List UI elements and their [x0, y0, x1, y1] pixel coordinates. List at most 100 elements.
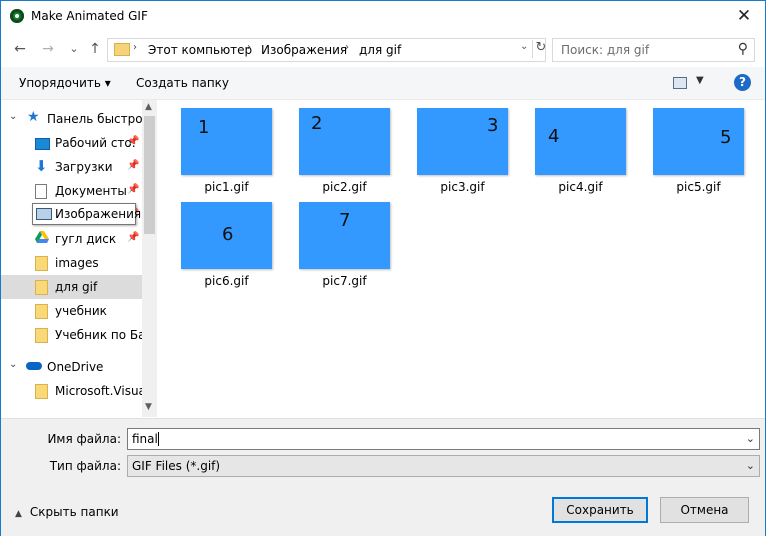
file-item-pic7[interactable]: 7 pic7.gif — [276, 194, 394, 289]
desktop-icon — [35, 138, 50, 150]
file-item-pic2[interactable]: 2 pic2.gif — [276, 100, 394, 195]
address-dropdown-icon[interactable]: ⌄ — [520, 41, 528, 52]
sidebar-item-microsoft-visual[interactable]: Microsoft.Visual — [1, 379, 149, 403]
sidebar-item-label: images — [55, 256, 99, 270]
sidebar-item-quick-access[interactable]: ⌄ ★ Панель быстрого доступа — [1, 107, 157, 131]
breadcrumb-for-gif[interactable]: для gif — [359, 43, 401, 57]
sidebar-item-images[interactable]: images — [1, 251, 142, 275]
save-button[interactable]: Сохранить — [552, 497, 648, 523]
sidebar-item-for-gif[interactable]: для gif — [1, 275, 142, 299]
save-dialog: Make Animated GIF ✕ ← → ⌄ ↑ › Этот компь… — [0, 0, 766, 536]
file-name: pic4.gif — [558, 180, 603, 194]
sidebar-item-downloads[interactable]: ⬇ Загрузки 📌 — [1, 155, 142, 179]
forward-arrow-icon[interactable]: → — [39, 40, 57, 58]
file-name: pic1.gif — [204, 180, 249, 194]
help-button[interactable]: ? — [734, 74, 751, 91]
search-placeholder: Поиск: для gif — [561, 43, 650, 57]
star-icon: ★ — [27, 109, 40, 125]
search-input[interactable]: Поиск: для gif ⚲ — [552, 38, 755, 62]
folder-icon — [35, 256, 48, 271]
file-item-pic3[interactable]: 3 pic3.gif — [394, 100, 512, 195]
sidebar-item-onedrive[interactable]: ⌄ OneDrive — [1, 355, 142, 379]
sidebar-item-documents[interactable]: Документы 📌 — [1, 179, 142, 203]
file-item-pic1[interactable]: 1 pic1.gif — [158, 100, 276, 195]
command-bar: Упорядочить ▾ Создать папку ▼ ? — [1, 67, 765, 100]
sidebar-item-desktop[interactable]: Рабочий сто. 📌 — [1, 131, 142, 155]
thumbnail-number: 3 — [487, 115, 499, 136]
onedrive-icon — [26, 362, 42, 370]
chevron-down-icon[interactable]: ⌄ — [746, 432, 755, 445]
chevron-right-icon: › — [345, 42, 349, 53]
address-bar[interactable]: › Этот компьютер › Изображения › для gif… — [107, 38, 546, 62]
pictures-tooltip: Изображения — [32, 203, 141, 225]
folder-icon — [35, 280, 48, 295]
file-item-pic6[interactable]: 6 pic6.gif — [158, 194, 276, 289]
sidebar-item-label: учебник — [55, 304, 107, 318]
sidebar-item-google-drive[interactable]: гугл диск 📌 — [1, 227, 142, 251]
recent-locations-icon[interactable]: ⌄ — [65, 40, 83, 58]
save-form: Имя файла: final ⌄ Тип файла: GIF Files … — [1, 418, 765, 536]
sidebar-item-label: Учебник по Баз — [55, 328, 152, 342]
navigation-pane: ⌄ ★ Панель быстрого доступа Рабочий сто.… — [1, 100, 157, 417]
download-icon: ⬇ — [35, 157, 48, 175]
organize-button[interactable]: Упорядочить ▾ — [19, 76, 111, 90]
breadcrumb-pictures[interactable]: Изображения — [261, 43, 347, 57]
chevron-up-icon: ▲ — [15, 509, 22, 519]
thumbnail-number: 4 — [548, 126, 560, 147]
filetype-label: Тип файла: — [49, 459, 121, 473]
sidebar-item-textbook[interactable]: учебник — [1, 299, 142, 323]
search-icon: ⚲ — [737, 41, 748, 57]
pin-icon: 📌 — [127, 232, 140, 243]
sidebar-item-db-textbook[interactable]: Учебник по Баз — [1, 323, 152, 347]
thumbnail-number: 6 — [222, 224, 234, 245]
thumbnail-number: 1 — [198, 117, 210, 138]
chevron-right-icon: › — [247, 42, 251, 53]
chevron-down-icon[interactable]: ⌄ — [9, 359, 17, 370]
view-dropdown-icon[interactable]: ▼ — [696, 75, 704, 86]
breadcrumb-this-pc[interactable]: Этот компьютер — [148, 43, 252, 57]
filename-label: Имя файла: — [47, 432, 121, 446]
view-mode-icon[interactable] — [673, 77, 687, 89]
back-arrow-icon[interactable]: ← — [11, 40, 29, 58]
file-item-pic5[interactable]: 5 pic5.gif — [630, 100, 748, 195]
scroll-down-icon[interactable]: ▼ — [145, 402, 152, 412]
folder-icon — [35, 328, 48, 343]
thumbnail-number: 5 — [720, 127, 732, 148]
file-item-pic4[interactable]: 4 pic4.gif — [512, 100, 630, 195]
sidebar-item-label: гугл диск — [55, 232, 117, 246]
refresh-icon[interactable]: ↻ — [532, 40, 549, 58]
chevron-down-icon[interactable]: ⌄ — [9, 111, 17, 122]
pin-icon: 📌 — [127, 184, 140, 195]
hide-folders-button[interactable]: ▲ Скрыть папки — [15, 505, 119, 519]
up-arrow-icon[interactable]: ↑ — [86, 40, 104, 58]
folder-icon — [114, 43, 130, 56]
close-button[interactable]: ✕ — [729, 3, 759, 29]
folder-icon — [35, 384, 48, 399]
scrollbar-thumb[interactable] — [144, 116, 155, 234]
folder-icon — [35, 304, 48, 319]
app-icon — [10, 9, 24, 23]
sidebar-item-label: Документы — [55, 184, 127, 198]
address-row: ← → ⌄ ↑ › Этот компьютер › Изображения ›… — [1, 35, 765, 65]
pictures-icon — [36, 208, 52, 220]
filetype-select[interactable]: GIF Files (*.gif) ⌄ — [127, 455, 760, 477]
filename-input[interactable]: final ⌄ — [127, 428, 760, 450]
scroll-up-icon[interactable]: ▲ — [145, 102, 152, 112]
file-list: 1 pic1.gif 2 pic2.gif 3 pic3.gif 4 pic4.… — [158, 100, 765, 417]
filetype-value: GIF Files (*.gif) — [132, 459, 221, 473]
window-title: Make Animated GIF — [31, 9, 148, 23]
pin-icon: 📌 — [127, 136, 140, 147]
thumbnail-number: 2 — [311, 113, 323, 134]
chevron-down-icon: ⌄ — [745, 459, 755, 472]
sidebar-item-label: Microsoft.Visual — [55, 384, 150, 398]
title-bar: Make Animated GIF ✕ — [1, 1, 765, 32]
cancel-button[interactable]: Отмена — [660, 497, 749, 523]
thumbnail-number: 7 — [339, 210, 351, 231]
pin-icon: 📌 — [127, 160, 140, 171]
file-name: pic2.gif — [322, 180, 367, 194]
tooltip-text: Изображения — [55, 207, 142, 221]
navigation-scrollbar[interactable]: ▲ ▼ — [142, 100, 157, 417]
file-name: pic7.gif — [322, 274, 367, 288]
new-folder-button[interactable]: Создать папку — [136, 76, 229, 90]
filename-value: final — [132, 432, 158, 446]
